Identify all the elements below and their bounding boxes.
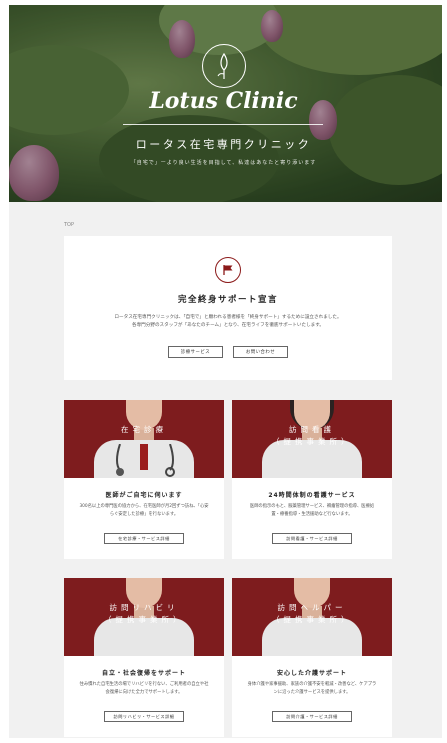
lotus-logo-icon	[202, 44, 246, 88]
service-card-rehab: 訪問リハビリ （提携事業所） 自立・社会復帰をサポート 住み慣れた自宅生活の場で…	[64, 578, 224, 737]
home-care-detail-button[interactable]: 在宅診療・サービス詳細	[104, 533, 184, 544]
doctor-image: 在宅診療	[64, 400, 224, 478]
declaration-card: 完全終身サポート宣言 ロータス在宅専門クリニックは、「自宅で」と願われる患者様を…	[64, 236, 392, 380]
hero-tagline: 「自宅で」ーより良い生活を目指して、私達はあなたと寄り添います	[130, 160, 317, 166]
service-text: 身体介護や家事援助、家族の介護不安を軽減・改善など、ケアプランに沿った介護サービ…	[247, 682, 377, 695]
service-card-helper: 訪問ヘルパー （提携事業所） 安心した介護サポート 身体介護や家事援助、家族の介…	[232, 578, 392, 737]
services-button[interactable]: 診療サービス	[168, 346, 223, 358]
declaration-line-2: 各専門分野のスタッフが「あなたのチーム」となり、在宅ライフを徹底サポートいたしま…	[131, 323, 325, 328]
service-image-label: 在宅診療	[121, 425, 167, 434]
declaration-line-1: ロータス在宅専門クリニックは、「自宅で」と願われる患者様を「終身サポート」するた…	[114, 315, 342, 320]
hero-divider	[123, 124, 323, 125]
clinic-name: ロータス在宅専門クリニック	[135, 138, 312, 151]
service-title: 医師がご自宅に伺います	[105, 492, 183, 499]
service-title: 安心した介護サポート	[276, 670, 347, 677]
contact-button[interactable]: お問い合わせ	[233, 346, 288, 358]
service-image-label: 訪問看護 （提携事業所）	[272, 425, 353, 446]
service-card-nursing: 訪問看護 （提携事業所） 24時間体制の看護サービス 医師の指示のもと、服薬管理…	[232, 400, 392, 559]
service-image-label: 訪問ヘルパー （提携事業所）	[272, 603, 353, 624]
breadcrumb[interactable]: TOP	[64, 222, 74, 228]
service-title: 24時間体制の看護サービス	[268, 492, 356, 499]
service-text: 医師の指示のもと、服薬管理サービス、褥瘡管理の指導、医療処置・療養指導・生活援助…	[249, 504, 375, 517]
brand-title: Lotus Clinic	[149, 88, 298, 114]
service-title: 自立・社会復帰をサポート	[101, 670, 186, 677]
stethoscope-icon	[116, 444, 175, 477]
service-image-label: 訪問リハビリ （提携事業所）	[104, 603, 185, 624]
rehab-staff-image: 訪問リハビリ （提携事業所）	[64, 578, 224, 656]
service-text: 住み慣れた自宅生活の場でリハビリを行ない、ご利用者の自立や社会復帰に向けた全力で…	[79, 682, 209, 695]
declaration-title: 完全終身サポート宣言	[177, 295, 278, 305]
service-text: 300名以上の専門医の協力から、在宅医師が月2回ずつ訪ね、「心安らぐ安定した診療…	[79, 504, 209, 517]
helper-staff-image: 訪問ヘルパー （提携事業所）	[232, 578, 392, 656]
nursing-detail-button[interactable]: 訪問看護・サービス詳細	[272, 533, 352, 544]
nurse-image: 訪問看護 （提携事業所）	[232, 400, 392, 478]
service-card-home-care: 在宅診療 医師がご自宅に伺います 300名以上の専門医の協力から、在宅医師が月2…	[64, 400, 224, 559]
helper-detail-button[interactable]: 訪問介護・サービス詳細	[272, 711, 352, 722]
flag-icon	[215, 257, 241, 283]
declaration-text: ロータス在宅専門クリニックは、「自宅で」と願われる患者様を「終身サポート」するた…	[94, 314, 362, 330]
rehab-detail-button[interactable]: 訪問リハビリ・サービス詳細	[104, 711, 184, 722]
